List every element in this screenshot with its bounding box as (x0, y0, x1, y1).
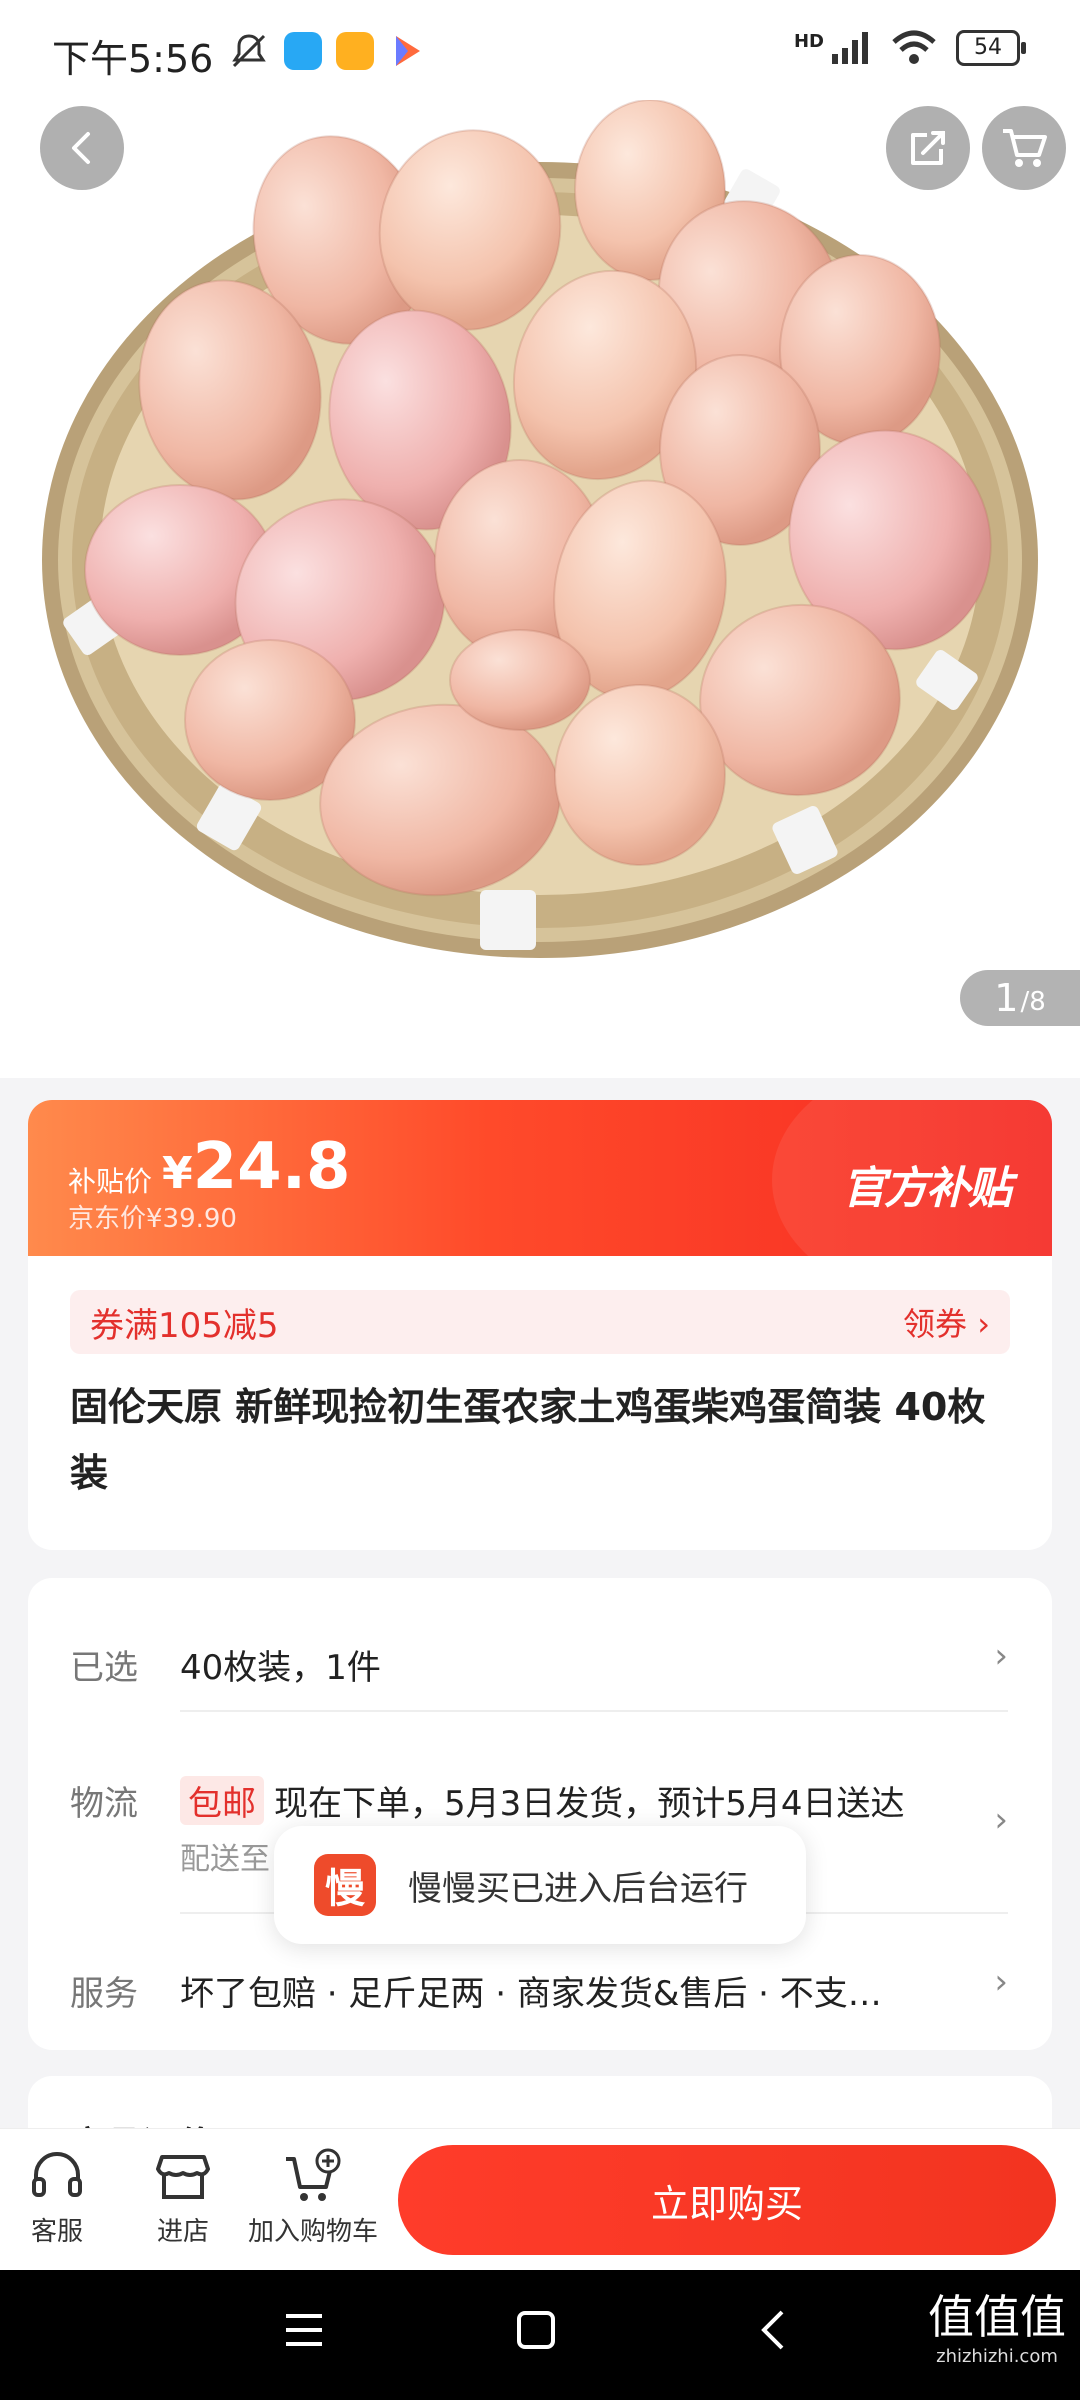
signal-icon (832, 32, 868, 64)
chevron-right-icon: › (994, 1962, 1008, 2002)
back-triangle-icon (761, 2310, 784, 2350)
network-type: HD (793, 30, 824, 52)
share-icon (911, 131, 945, 165)
customer-service-button[interactable]: 客服 (28, 2147, 86, 2248)
app-notification-icon-orange (336, 32, 374, 70)
product-title: 固伦天原 新鲜现捡初生蛋农家土鸡蛋柴鸡蛋简装 40枚装 (70, 1385, 986, 1495)
enter-store-label: 进店 (156, 2217, 209, 2247)
battery-level: 54 (974, 35, 1002, 60)
home-nav-button[interactable] (514, 2308, 558, 2356)
price-amount: 24.8 (192, 1130, 351, 1204)
status-system-icons: HD 54 (793, 30, 1026, 66)
claim-coupon-link[interactable]: 领券 › (903, 1299, 990, 1345)
menu-icon (286, 2314, 322, 2346)
mute-alarm-icon (232, 34, 266, 68)
system-navigation-bar: 值值值 zhizhizhi.com (0, 2270, 1080, 2400)
status-bar: 下午5:56 HD 54 (0, 0, 1080, 100)
chevron-right-icon: › (994, 1636, 1008, 1676)
back-nav-button[interactable] (752, 2308, 796, 2356)
cart-icon (1003, 129, 1047, 167)
manmanmai-app-icon: 慢 (314, 1854, 376, 1916)
add-to-cart-label: 加入购物车 (248, 2217, 379, 2247)
price-card: 补贴价 ¥24.8 京东价¥39.90 官方补贴 券满105减5 领券 › 固伦… (28, 1100, 1052, 1550)
back-button[interactable] (40, 106, 124, 190)
official-subsidy-badge: 官方补贴 (842, 1163, 1012, 1214)
cart-header-button[interactable] (982, 106, 1066, 190)
battery-indicator: 54 (956, 30, 1026, 66)
logistics-label: 物流 (70, 1784, 138, 1824)
chevron-left-icon (72, 132, 90, 164)
app-notification-icon-blue (284, 32, 322, 70)
spec-card: 已选 40枚装，1件 › 物流 包邮 现在下单，5月3日发货，预计5月4日送达 配… (28, 1578, 1052, 2050)
bottom-action-bar: 客服 进店 加入购物车 立即购买 (0, 2128, 1080, 2271)
service-value: 坏了包赔 · 足斤足两 · 商家发货&售后 · 不支… (180, 1974, 882, 2014)
divider (180, 1710, 1008, 1712)
selected-value: 40枚装，1件 (180, 1648, 381, 1688)
gallery-current-page: 1 (994, 976, 1019, 1020)
store-icon (156, 2155, 210, 2199)
share-button[interactable] (886, 106, 970, 190)
gallery-total-pages: /8 (1020, 987, 1046, 1017)
cart-add-icon (286, 2148, 341, 2201)
subsidy-price: ¥24.8 (162, 1130, 351, 1204)
gallery-page-indicator: 1/8 (960, 970, 1080, 1026)
price-banner: 补贴价 ¥24.8 京东价¥39.90 官方补贴 (28, 1100, 1052, 1256)
wifi-icon (892, 30, 936, 64)
subsidy-price-label: 补贴价 (68, 1165, 153, 1198)
free-shipping-badge: 包邮 (180, 1776, 264, 1825)
logistics-info: 包邮 现在下单，5月3日发货，预计5月4日送达 (180, 1776, 905, 1825)
jd-original-price: 京东价¥39.90 (68, 1204, 237, 1234)
coupon-text: 券满105减5 (90, 1305, 279, 1346)
status-time: 下午5:56 (52, 37, 214, 81)
toast-text: 慢慢买已进入后台运行 (408, 1868, 748, 1909)
service-label: 服务 (70, 1974, 138, 2014)
background-running-toast: 慢 慢慢买已进入后台运行 (274, 1826, 806, 1944)
watermark-main: 值值值 (928, 2290, 1066, 2344)
status-notification-icons (228, 30, 426, 72)
watermark: 值值值 zhizhizhi.com (928, 2294, 1066, 2366)
buy-now-button[interactable]: 立即购买 (398, 2145, 1056, 2255)
menu-nav-button[interactable] (282, 2308, 326, 2356)
home-square-icon (517, 2311, 555, 2349)
headset-icon (32, 2152, 82, 2197)
enter-store-button[interactable]: 进店 (154, 2147, 212, 2248)
chevron-right-icon: › (994, 1800, 1008, 1840)
play-icon (396, 36, 420, 66)
customer-service-label: 客服 (30, 2217, 83, 2247)
deliver-to-text: 配送至 (180, 1842, 270, 1877)
add-to-cart-button[interactable]: 加入购物车 (248, 2147, 378, 2248)
coupon-bar[interactable]: 券满105减5 领券 › (70, 1290, 1010, 1354)
currency-symbol: ¥ (162, 1148, 193, 1199)
logistics-value: 现在下单，5月3日发货，预计5月4日送达 (274, 1784, 905, 1824)
selected-label: 已选 (70, 1648, 138, 1688)
watermark-sub: zhizhizhi.com (936, 2346, 1058, 2367)
